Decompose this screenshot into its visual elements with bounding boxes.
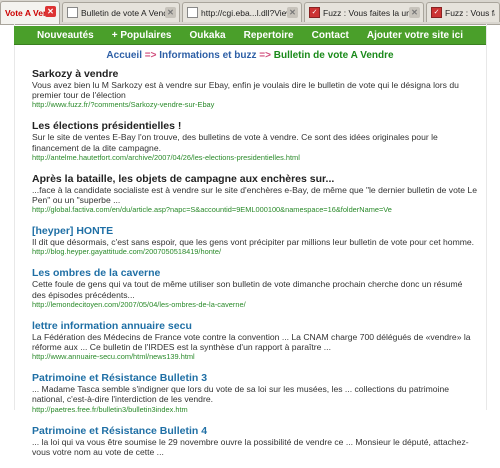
result-title[interactable]: [heyper] HONTE: [32, 225, 478, 237]
browser-tab-ebay[interactable]: http://cgi.eba...l.dll?ViewItem ✕: [182, 2, 302, 22]
result-title[interactable]: Sarkozy à vendre: [32, 68, 478, 80]
result-title[interactable]: Les élections présidentielles !: [32, 120, 478, 132]
result-snippet: Vous avez bien lu M Sarkozy est à vendre…: [32, 80, 459, 101]
list-item: Les ombres de la caverne Cette foule de …: [32, 267, 478, 308]
result-title[interactable]: Patrimoine et Résistance Bulletin 3: [32, 372, 478, 384]
result-snippet: ... Madame Tasca semble s'indigner que l…: [32, 384, 450, 405]
close-tab-icon[interactable]: ✕: [287, 7, 298, 18]
result-snippet: ... la loi qui va vous être soumise le 2…: [32, 436, 469, 457]
result-snippet: Il dit que désormais, c'est sans espoir,…: [32, 237, 475, 248]
list-item: Les élections présidentielles ! Sur le s…: [32, 120, 478, 161]
nav-item-populaires[interactable]: + Populaires: [112, 30, 172, 41]
nav-item-oukaka[interactable]: Oukaka: [189, 30, 225, 41]
site-nav: Nouveautés + Populaires Oukaka Repertoir…: [14, 26, 486, 45]
list-item: lettre information annuaire secu La Fédé…: [32, 320, 478, 361]
result-url[interactable]: http://lemondecitoyen.com/2007/05/04/les…: [32, 300, 478, 309]
nav-item-repertoire[interactable]: Repertoire: [244, 30, 294, 41]
result-snippet: ...face à la candidate socialiste est à …: [32, 184, 477, 206]
result-title[interactable]: Les ombres de la caverne: [32, 267, 478, 279]
page-icon: [67, 7, 78, 18]
breadcrumb-current: Bulletin de vote A Vendre: [273, 50, 394, 61]
breadcrumb-separator: =>: [256, 50, 274, 61]
browser-tab-fuzz-2[interactable]: ✓ Fuzz : Vous fa: [426, 2, 500, 22]
close-tab-icon[interactable]: ✕: [45, 6, 56, 17]
result-snippet: La Fédération des Médecins de France vot…: [32, 331, 471, 353]
browser-tab-fuzz[interactable]: ✓ Fuzz : Vous faites la une ! -... ✕: [304, 2, 424, 22]
results-list: Sarkozy à vendre Vous avez bien lu M Sar…: [32, 68, 478, 468]
result-url[interactable]: http://www.annuaire-secu.com/html/news13…: [32, 352, 478, 361]
result-url[interactable]: http://global.factiva.com/en/du/article.…: [32, 205, 478, 214]
result-url[interactable]: http://blog.heyper.gayattitude.com/20070…: [32, 247, 478, 256]
fuzz-icon: ✓: [309, 7, 320, 18]
browser-tab-active[interactable]: Vote A Vend... ✕: [0, 1, 60, 24]
result-title[interactable]: Patrimoine et Résistance Bulletin 4: [32, 425, 478, 437]
page-border-left: [14, 24, 15, 410]
page-border-right: [486, 24, 487, 410]
result-url[interactable]: http://www.fuzz.fr/?comments/Sarkozy-ven…: [32, 100, 478, 109]
tab-label: Fuzz : Vous fa: [445, 7, 495, 18]
result-snippet: Sur le site de ventes E-Bay l'on trouve,…: [32, 132, 438, 153]
breadcrumb-section[interactable]: Informations et buzz: [159, 50, 256, 61]
result-snippet: Cette foule de gens qui va tout de même …: [32, 279, 463, 300]
list-item: Sarkozy à vendre Vous avez bien lu M Sar…: [32, 68, 478, 109]
list-item: Patrimoine et Résistance Bulletin 3 ... …: [32, 372, 478, 413]
browser-tab-bar: Vote A Vend... ✕ Bulletin de vote A Vend…: [0, 0, 500, 25]
nav-item-nouveautes[interactable]: Nouveautés: [37, 30, 94, 41]
breadcrumb: Accueil => Informations et buzz => Bulle…: [14, 50, 486, 61]
list-item: Patrimoine et Résistance Bulletin 4 ... …: [32, 425, 478, 457]
close-tab-icon[interactable]: ✕: [165, 7, 176, 18]
nav-item-ajouter[interactable]: Ajouter votre site ici: [367, 30, 463, 41]
tab-label: Fuzz : Vous faites la une ! -...: [323, 7, 419, 18]
result-url[interactable]: http://antelme.hautetfort.com/archive/20…: [32, 153, 478, 162]
browser-tab-bulletin[interactable]: Bulletin de vote A Vendre su... ✕: [62, 2, 180, 22]
result-title[interactable]: Après la bataille, les objets de campagn…: [32, 173, 478, 185]
page-icon: [187, 7, 198, 18]
nav-item-contact[interactable]: Contact: [312, 30, 349, 41]
fuzz-icon: ✓: [431, 7, 442, 18]
breadcrumb-separator: =>: [142, 50, 160, 61]
close-tab-icon[interactable]: ✕: [409, 7, 420, 18]
list-item: [heyper] HONTE Il dit que désormais, c'e…: [32, 225, 478, 256]
tab-label: http://cgi.eba...l.dll?ViewItem: [201, 7, 297, 18]
breadcrumb-home[interactable]: Accueil: [106, 50, 142, 61]
list-item: Après la bataille, les objets de campagn…: [32, 173, 478, 214]
tab-label: Bulletin de vote A Vendre su...: [81, 7, 175, 18]
result-title[interactable]: lettre information annuaire secu: [32, 320, 478, 332]
result-url[interactable]: http://paetres.free.fr/bulletin3/bulleti…: [32, 405, 478, 414]
